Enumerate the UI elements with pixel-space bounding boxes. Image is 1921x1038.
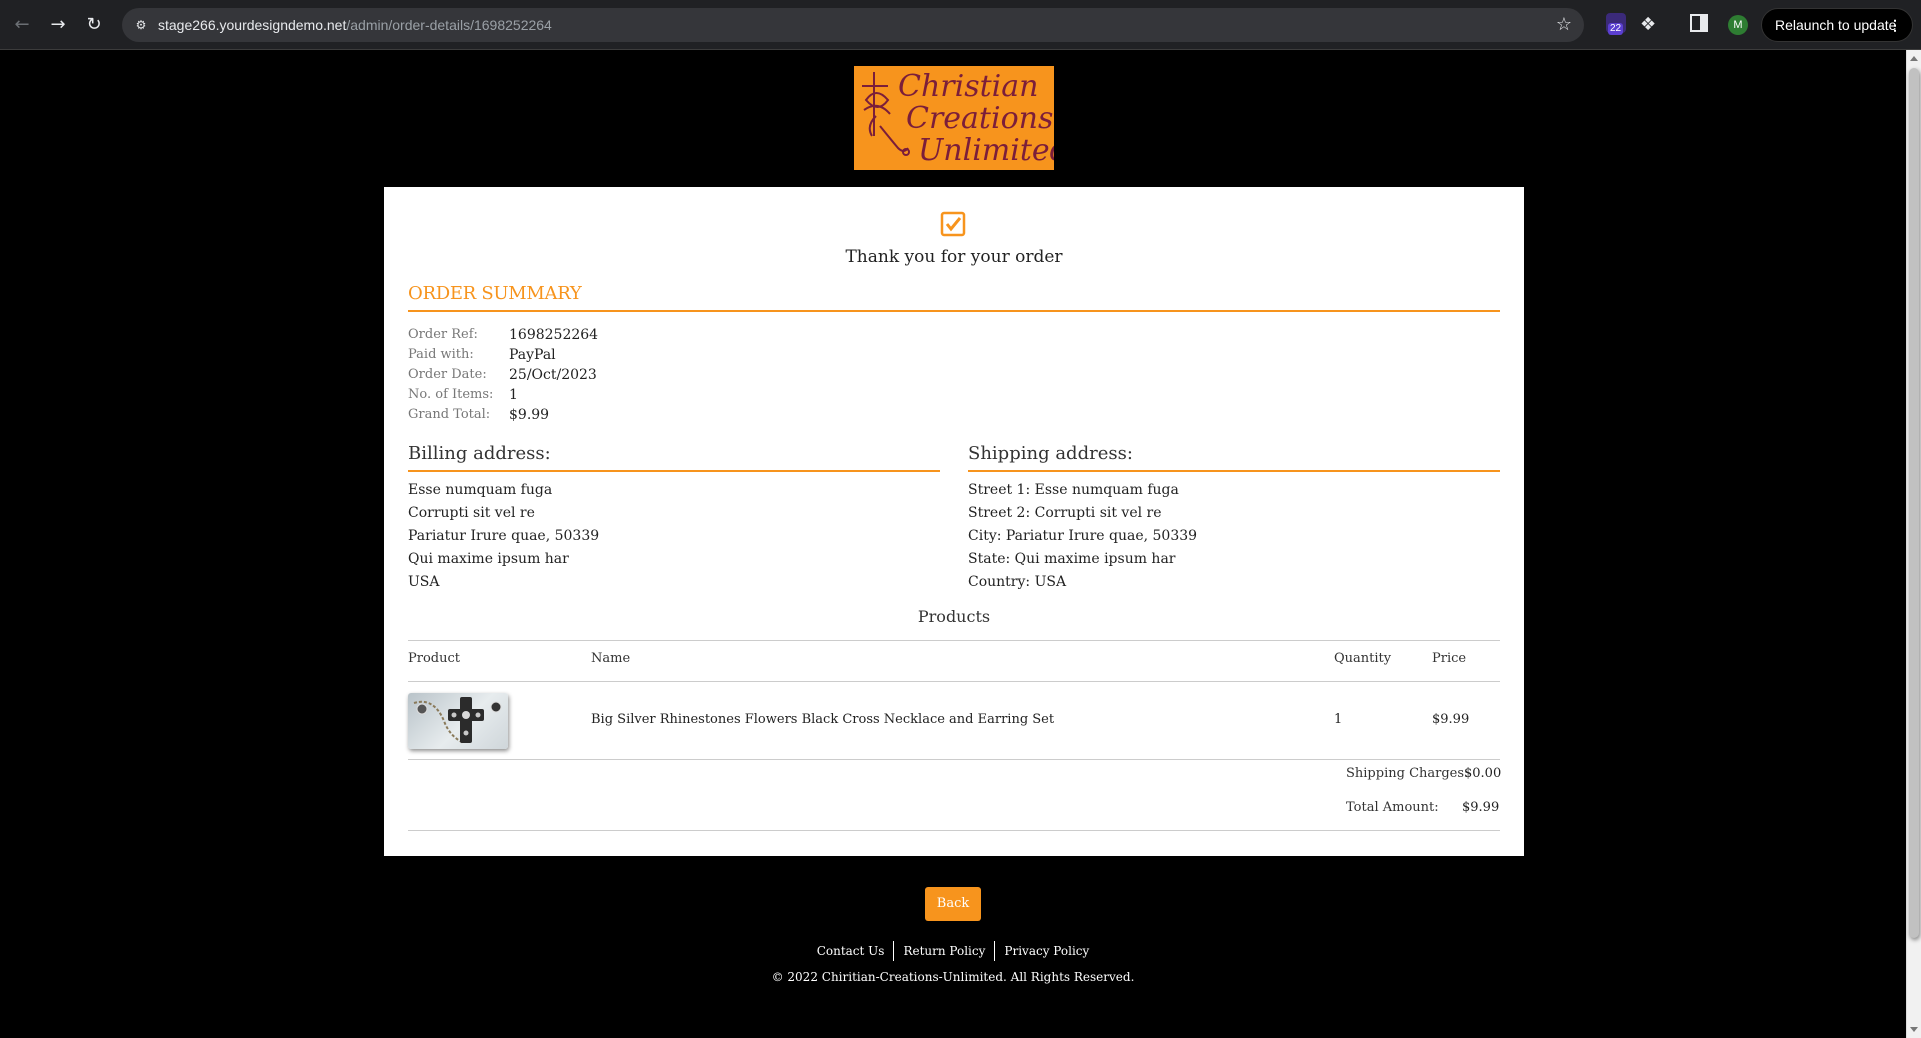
site-logo[interactable]: Christian Creations Unlimited bbox=[854, 66, 1069, 170]
totals-bottom-border bbox=[408, 830, 1500, 831]
product-name[interactable]: Big Silver Rhinestones Flowers Black Cro… bbox=[591, 711, 1054, 729]
billing-address: Esse numquam fuga Corrupti sit vel re Pa… bbox=[408, 479, 599, 594]
address-bar[interactable]: ⚙ stage266.yourdesigndemo.net/admin/orde… bbox=[122, 8, 1584, 42]
table-header-border bbox=[408, 681, 1500, 682]
order-date-value: 25/Oct/2023 bbox=[509, 367, 597, 383]
total-amount-label: Total Amount: bbox=[1346, 800, 1439, 815]
relaunch-button[interactable]: Relaunch to update ⋮ bbox=[1761, 8, 1913, 42]
billing-divider bbox=[408, 470, 940, 472]
shipping-address: Street 1: Esse numquam fuga Street 2: Co… bbox=[968, 479, 1197, 594]
logo-text-line-3: Unlimited bbox=[918, 133, 1054, 168]
scroll-down-arrow-icon[interactable] bbox=[1910, 1027, 1918, 1032]
billing-address-title: Billing address: bbox=[408, 443, 551, 464]
thank-you-message: Thank you for your order bbox=[845, 247, 1063, 267]
order-ref-label: Order Ref: bbox=[408, 327, 478, 342]
column-header-price: Price bbox=[1432, 651, 1467, 666]
billing-line: Pariatur Irure quae, 50339 bbox=[408, 528, 600, 544]
logo-graphic: Christian Creations Unlimited bbox=[862, 69, 1069, 168]
product-thumbnail[interactable] bbox=[408, 693, 508, 749]
url-text[interactable]: stage266.yourdesigndemo.net/admin/order-… bbox=[158, 16, 552, 34]
footer-copyright: © 2022 Chiritian-Creations-Unlimited. Al… bbox=[771, 970, 1135, 984]
grand-total-label: Grand Total: bbox=[408, 407, 491, 422]
footer-links: Contact Us Return Policy Privacy Policy bbox=[0, 940, 1906, 961]
bookmark-star-icon[interactable]: ☆ bbox=[1556, 14, 1572, 36]
shipping-line: City: Pariatur Irure quae, 50339 bbox=[968, 528, 1198, 544]
cross-necklace-image bbox=[413, 697, 502, 744]
logo-text-line-1: Christian bbox=[898, 69, 1038, 104]
shipping-divider bbox=[968, 470, 1500, 472]
shipping-charges-value: $0.00 bbox=[1464, 766, 1502, 781]
product-quantity: 1 bbox=[1334, 712, 1343, 727]
billing-line: Qui maxime ipsum har bbox=[408, 551, 569, 567]
more-menu-icon[interactable]: ⋮ bbox=[1888, 9, 1902, 41]
relaunch-label: Relaunch to update bbox=[1775, 17, 1897, 33]
footer-link-return-policy[interactable]: Return Policy bbox=[894, 942, 994, 960]
billing-line: USA bbox=[408, 574, 440, 590]
column-header-name: Name bbox=[591, 651, 631, 666]
billing-line: Corrupti sit vel re bbox=[408, 505, 535, 521]
logo-text-line-2: Creations bbox=[906, 101, 1053, 136]
url-path: /admin/order-details/1698252264 bbox=[346, 17, 552, 33]
shipping-address-title: Shipping address: bbox=[968, 443, 1133, 464]
billing-line: Esse numquam fuga bbox=[408, 482, 553, 498]
footer-link-contact[interactable]: Contact Us bbox=[808, 942, 894, 960]
shipping-line: Street 1: Esse numquam fuga bbox=[968, 482, 1179, 498]
table-row-border bbox=[408, 759, 1500, 760]
paid-with-label: Paid with: bbox=[408, 347, 474, 362]
back-button[interactable]: Back bbox=[925, 887, 981, 921]
paid-with-value: PayPal bbox=[509, 347, 556, 363]
order-date-label: Order Date: bbox=[408, 367, 487, 382]
products-title: Products bbox=[917, 607, 991, 626]
side-panel-icon[interactable] bbox=[1690, 14, 1708, 32]
profile-avatar[interactable]: M bbox=[1728, 15, 1748, 35]
column-header-quantity: Quantity bbox=[1334, 651, 1392, 666]
footer-link-privacy-policy[interactable]: Privacy Policy bbox=[995, 942, 1098, 960]
scroll-up-arrow-icon[interactable] bbox=[1910, 56, 1918, 61]
extension-icon[interactable]: 22 bbox=[1606, 13, 1630, 37]
extension-badge-count: 22 bbox=[1608, 23, 1624, 35]
total-amount-value: $9.99 bbox=[1462, 800, 1500, 815]
product-price: $9.99 bbox=[1432, 712, 1470, 727]
order-ref-value: 1698252264 bbox=[509, 327, 599, 343]
column-header-product: Product bbox=[408, 651, 460, 666]
summary-divider bbox=[408, 310, 1500, 312]
shipping-line: Country: USA bbox=[968, 574, 1067, 590]
url-host: stage266.yourdesigndemo.net bbox=[158, 17, 347, 33]
scrollbar-thumb[interactable] bbox=[1909, 68, 1919, 938]
checkbox-checked-icon bbox=[940, 211, 966, 237]
back-arrow-icon[interactable]: ← bbox=[10, 13, 34, 37]
grand-total-value: $9.99 bbox=[509, 407, 550, 423]
reload-icon[interactable]: ↻ bbox=[82, 13, 106, 37]
shipping-line: Street 2: Corrupti sit vel re bbox=[968, 505, 1162, 521]
order-details-card: Thank you for your order ORDER SUMMARY O… bbox=[384, 187, 1524, 856]
site-info-icon[interactable]: ⚙ bbox=[132, 16, 150, 34]
item-count-value: 1 bbox=[509, 387, 518, 403]
browser-toolbar: ← → ↻ ⚙ stage266.yourdesigndemo.net/admi… bbox=[0, 0, 1921, 50]
order-summary-title: ORDER SUMMARY bbox=[408, 283, 582, 304]
forward-arrow-icon[interactable]: → bbox=[46, 13, 70, 37]
page-scrollbar[interactable] bbox=[1906, 50, 1921, 1038]
item-count-label: No. of Items: bbox=[408, 387, 494, 402]
extensions-puzzle-icon[interactable]: ❖ bbox=[1640, 13, 1656, 37]
shipping-line: State: Qui maxime ipsum har bbox=[968, 551, 1176, 567]
shipping-charges-label: Shipping Charges: bbox=[1346, 766, 1469, 781]
table-top-border bbox=[408, 640, 1500, 641]
